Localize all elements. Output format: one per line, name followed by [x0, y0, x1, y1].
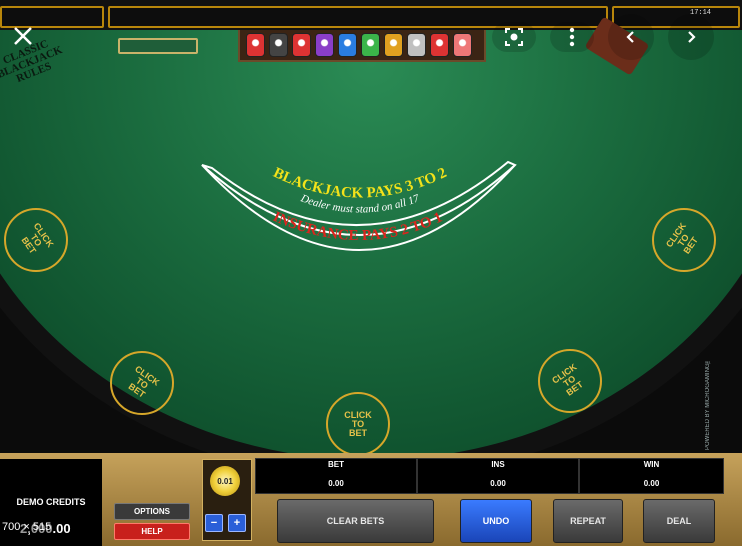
rack-chip: [315, 33, 334, 57]
chevron-left-icon[interactable]: [608, 14, 654, 60]
undo-button[interactable]: UNDO: [460, 499, 532, 543]
ins-label: INS: [491, 460, 505, 469]
bet-display: BET 0.00: [255, 458, 417, 494]
selected-chip[interactable]: 0.01: [210, 466, 240, 496]
discard-slot: [118, 38, 198, 54]
ins-value: 0.00: [490, 479, 506, 488]
deal-button[interactable]: DEAL: [643, 499, 715, 543]
insurance-display: INS 0.00: [417, 458, 579, 494]
chip-rack: [238, 30, 486, 62]
close-icon[interactable]: [9, 22, 37, 50]
bet-spot[interactable]: CLICK TO BET: [4, 208, 68, 272]
repeat-button[interactable]: REPEAT: [553, 499, 623, 543]
powered-by-text: POWERED BY MICROGAMING™: [705, 357, 711, 450]
chip-decrease-button[interactable]: −: [205, 514, 223, 532]
chevron-right-icon[interactable]: [668, 14, 714, 60]
rack-chip: [384, 33, 403, 57]
image-dimension-label: 700 × 515: [0, 521, 54, 533]
bet-spot[interactable]: CLICK TO BET: [652, 208, 716, 272]
bet-spot[interactable]: CLICK TO BET: [326, 392, 390, 456]
credits-title: DEMO CREDITS: [16, 497, 86, 507]
options-button[interactable]: OPTIONS: [114, 503, 190, 520]
table-text-arcs: BLACKJACK PAYS 3 TO 2 Dealer must stand …: [201, 160, 517, 251]
bet-spot-label: CLICK TO BET: [126, 363, 162, 400]
rack-chip: [269, 33, 288, 57]
bet-value: 0.00: [328, 479, 344, 488]
rack-chip: [407, 33, 426, 57]
win-display: WIN 0.00: [579, 458, 724, 494]
win-label: WIN: [643, 460, 660, 469]
rack-chip: [246, 33, 265, 57]
rack-chip: [292, 33, 311, 57]
game-stage: 17:14 CLASSIC BLACKJACK RULES BLACKJACK …: [0, 0, 742, 546]
bet-spot[interactable]: CLICK TO BET: [110, 351, 174, 415]
bet-spot-label: CLICK TO BET: [344, 409, 372, 438]
chip-increase-button[interactable]: +: [228, 514, 246, 532]
top-bar-segment: [108, 6, 608, 28]
bet-spot[interactable]: CLICK TO BET: [538, 349, 602, 413]
win-value: 0.00: [643, 479, 660, 488]
bet-spot-label: CLICK TO BET: [19, 220, 56, 256]
lens-search-icon[interactable]: [492, 22, 536, 52]
rack-chip: [338, 33, 357, 57]
rack-chip: [430, 33, 449, 57]
help-button[interactable]: HELP: [114, 523, 190, 540]
bet-spot-label: CLICK TO BET: [550, 361, 586, 398]
bet-spot-label: CLICK TO BET: [664, 220, 701, 256]
clear-bets-button[interactable]: CLEAR BETS: [277, 499, 434, 543]
more-options-icon[interactable]: [550, 22, 594, 52]
bet-label: BET: [328, 460, 344, 469]
blackjack-pays-text: BLACKJACK PAYS 3 TO 2: [271, 165, 450, 202]
rack-chip: [453, 33, 472, 57]
rack-chip: [361, 33, 380, 57]
